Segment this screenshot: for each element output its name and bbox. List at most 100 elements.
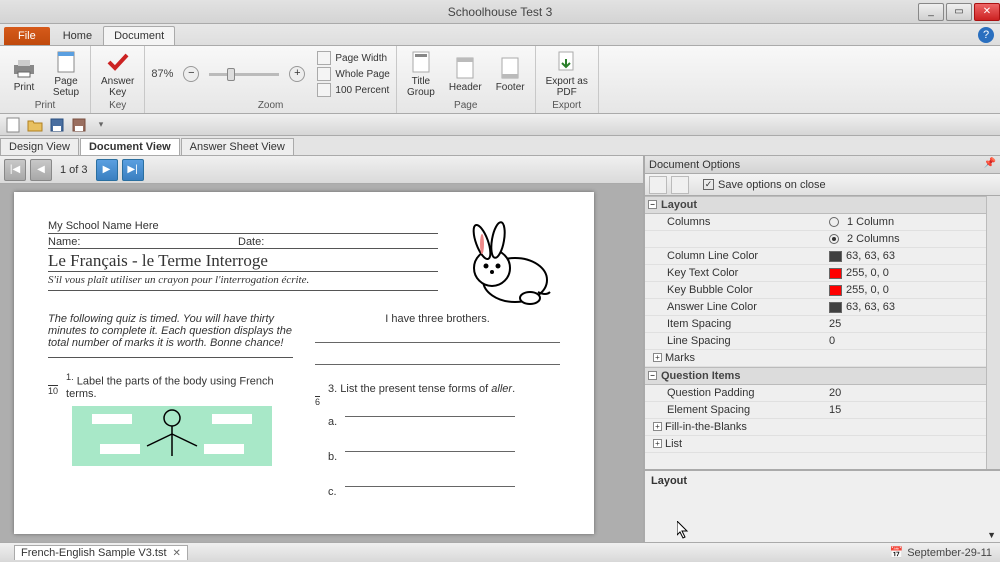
qat-dropdown[interactable]: ▾ xyxy=(92,116,110,134)
name-label: Name: xyxy=(48,236,238,248)
100-percent-option[interactable]: 100 Percent xyxy=(317,83,389,97)
minimize-button[interactable]: _ xyxy=(918,3,944,21)
question-1: 10 1. Label the parts of the body using … xyxy=(48,372,293,466)
prop-key-text-color[interactable]: Key Text Color 255, 0, 0 xyxy=(645,265,1000,282)
maximize-button[interactable]: ▭ xyxy=(946,3,972,21)
zoom-out-button[interactable]: − xyxy=(183,66,199,82)
prop-columns-2[interactable]: 2 Columns xyxy=(645,231,1000,248)
prop-column-line-color[interactable]: Column Line Color 63, 63, 63 xyxy=(645,248,1000,265)
last-page-button[interactable]: ▶| xyxy=(122,159,144,181)
save-options-checkbox[interactable]: ✓ Save options on close xyxy=(699,179,826,191)
prop-answer-line-color[interactable]: Answer Line Color 63, 63, 63 xyxy=(645,299,1000,316)
property-description: Layout ▼ xyxy=(645,470,1000,542)
whole-page-icon xyxy=(317,67,331,81)
header-icon xyxy=(451,56,479,80)
prop-item-spacing[interactable]: Item Spacing 25 xyxy=(645,316,1000,333)
document-subtitle: S'il vous plaît utiliser un crayon pour … xyxy=(48,272,438,291)
quiz-intro: The following quiz is timed. You will ha… xyxy=(48,313,293,358)
group-label-zoom: Zoom xyxy=(151,100,390,113)
help-icon[interactable]: ? xyxy=(978,27,994,43)
q2-text: I have three brothers. xyxy=(315,313,560,325)
document-tab[interactable]: French-English Sample V3.tst ✕ xyxy=(14,545,188,560)
zoom-in-button[interactable]: + xyxy=(289,66,305,82)
prop-line-spacing[interactable]: Line Spacing 0 xyxy=(645,333,1000,350)
color-swatch[interactable] xyxy=(829,285,842,296)
date-label: Date: xyxy=(238,236,264,248)
title-group-button[interactable]: Title Group xyxy=(403,48,439,100)
zoom-slider[interactable] xyxy=(209,73,279,76)
tab-home[interactable]: Home xyxy=(52,26,103,45)
title-group-icon xyxy=(407,50,435,74)
page-width-option[interactable]: Page Width xyxy=(317,51,389,65)
answer-line xyxy=(345,473,515,487)
prop-element-spacing[interactable]: Element Spacing 15 xyxy=(645,402,1000,419)
zoom-slider-thumb[interactable] xyxy=(227,68,235,81)
document-area: |◀ ◀ 1 of 3 ▶ ▶| My School Name Here Nam… xyxy=(0,156,644,542)
alphabetical-icon[interactable] xyxy=(671,176,689,194)
dropdown-icon[interactable]: ▼ xyxy=(987,530,996,540)
scrollbar[interactable] xyxy=(986,196,1000,469)
radio-1-column[interactable] xyxy=(829,217,839,227)
status-bar: French-English Sample V3.tst ✕ 📅 Septemb… xyxy=(0,542,1000,562)
print-button[interactable]: Print xyxy=(6,54,42,95)
first-page-button[interactable]: |◀ xyxy=(4,159,26,181)
categorized-icon[interactable] xyxy=(649,176,667,194)
open-button[interactable] xyxy=(26,116,44,134)
prev-page-button[interactable]: ◀ xyxy=(30,159,52,181)
close-button[interactable]: ✕ xyxy=(974,3,1000,21)
color-swatch[interactable] xyxy=(829,251,842,262)
answer-key-button[interactable]: Answer Key xyxy=(97,48,138,100)
category-question-items[interactable]: −Question Items xyxy=(645,367,1000,385)
title-bar: Schoolhouse Test 3 _ ▭ ✕ xyxy=(0,0,1000,24)
view-tab-design[interactable]: Design View xyxy=(0,138,79,155)
view-tab-answer[interactable]: Answer Sheet View xyxy=(181,138,294,155)
answer-line xyxy=(315,329,560,343)
group-label-export: Export xyxy=(542,100,592,113)
new-button[interactable] xyxy=(4,116,22,134)
view-tab-document[interactable]: Document View xyxy=(80,138,180,155)
whole-page-option[interactable]: Whole Page xyxy=(317,67,389,81)
cursor-icon xyxy=(677,521,689,539)
prop-columns[interactable]: Columns 1 Column xyxy=(645,214,1000,231)
answer-line xyxy=(345,403,515,417)
color-swatch[interactable] xyxy=(829,302,842,313)
name-date-row: Name: Date: xyxy=(48,234,438,249)
document-options-panel: Document Options 📌 ✓ Save options on clo… xyxy=(644,156,1000,542)
page-width-icon xyxy=(317,51,331,65)
group-label-print: Print xyxy=(6,100,84,113)
property-grid: −Layout Columns 1 Column 2 Columns Colum… xyxy=(645,196,1000,470)
subcat-list[interactable]: +List xyxy=(645,436,1000,453)
prop-key-bubble-color[interactable]: Key Bubble Color 255, 0, 0 xyxy=(645,282,1000,299)
export-pdf-button[interactable]: Export as PDF xyxy=(542,48,592,100)
subcat-marks[interactable]: +Marks xyxy=(645,350,1000,367)
page-navigator: |◀ ◀ 1 of 3 ▶ ▶| xyxy=(0,156,643,184)
category-layout[interactable]: −Layout xyxy=(645,196,1000,214)
body-diagram xyxy=(72,406,272,466)
color-swatch[interactable] xyxy=(829,268,842,279)
close-document-icon[interactable]: ✕ xyxy=(173,548,181,559)
page-setup-button[interactable]: Page Setup xyxy=(48,48,84,100)
next-page-button[interactable]: ▶ xyxy=(96,159,118,181)
calendar-icon: 📅 xyxy=(890,546,904,559)
tab-file[interactable]: File xyxy=(4,27,50,45)
question-3: 6 3. List the present tense forms of all… xyxy=(315,383,560,508)
subcat-fill-blanks[interactable]: +Fill-in-the-Blanks xyxy=(645,419,1000,436)
ribbon-tab-row: File Home Document ? xyxy=(0,24,1000,46)
school-name: My School Name Here xyxy=(48,220,438,234)
page-count: 1 of 3 xyxy=(60,164,88,176)
prop-question-padding[interactable]: Question Padding 20 xyxy=(645,385,1000,402)
checkmark-icon xyxy=(104,50,132,74)
header-button[interactable]: Header xyxy=(445,54,486,95)
save-as-button[interactable] xyxy=(70,116,88,134)
printer-icon xyxy=(10,56,38,80)
group-label-key: Key xyxy=(97,100,138,113)
radio-2-columns[interactable] xyxy=(829,234,839,244)
tab-document[interactable]: Document xyxy=(103,26,175,45)
footer-icon xyxy=(496,56,524,80)
pin-icon[interactable]: 📌 xyxy=(984,158,996,169)
export-pdf-icon xyxy=(553,50,581,74)
document-title: Le Français - le Terme Interroge xyxy=(48,249,438,272)
footer-button[interactable]: Footer xyxy=(492,54,529,95)
save-button[interactable] xyxy=(48,116,66,134)
answer-line xyxy=(315,351,560,365)
